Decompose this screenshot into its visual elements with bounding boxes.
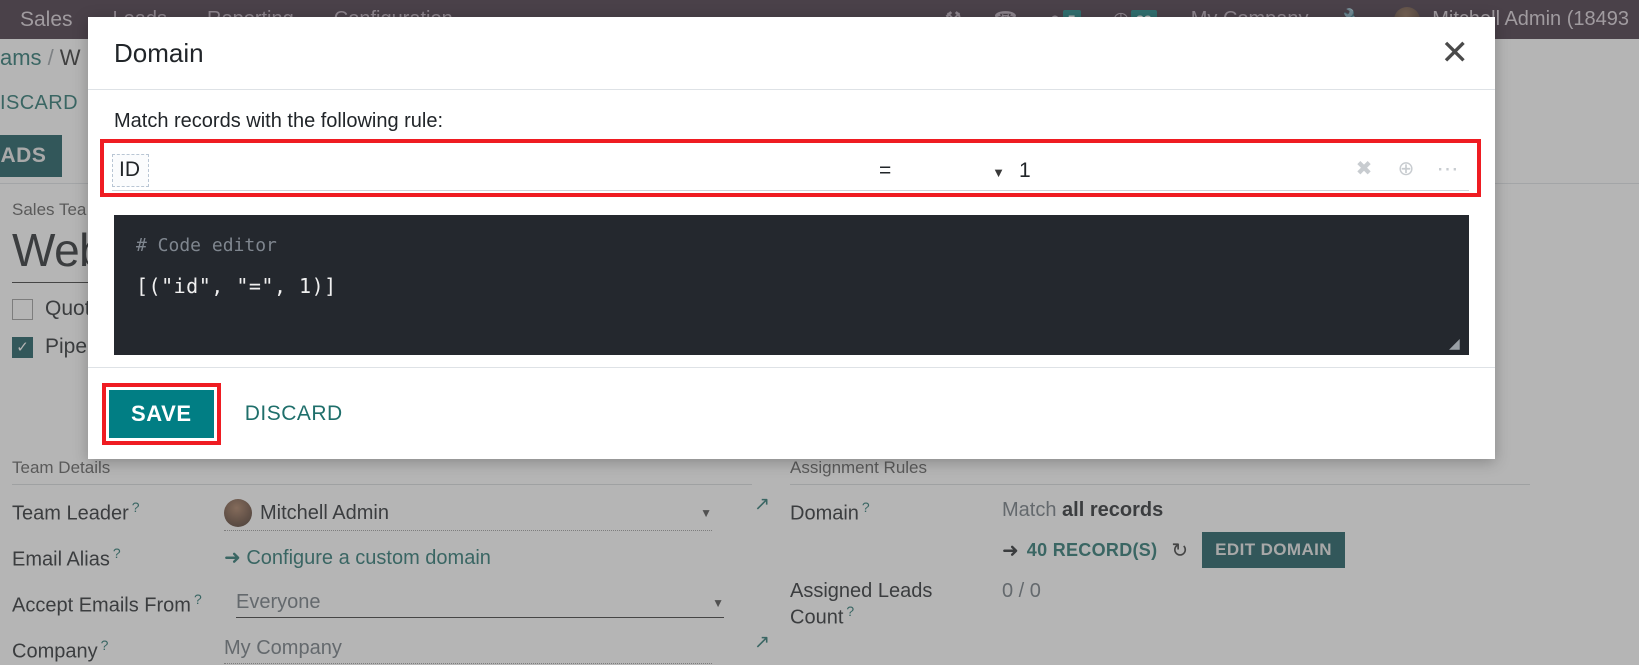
rule-row-highlight: ID = ▼ 1 ✖ ⊕ ⋯ (100, 139, 1481, 197)
rule-value-text: 1 (1019, 158, 1031, 182)
screen: Sales Leads Reporting Configuration ⚒ ☎ … (0, 0, 1639, 665)
rule-value-input[interactable]: 1 ✖ ⊕ ⋯ (1009, 151, 1469, 191)
domain-dialog: Domain ✕ Match records with the followin… (88, 17, 1495, 459)
discard-button[interactable]: DISCARD (239, 401, 349, 427)
close-icon[interactable]: ✕ (1441, 36, 1470, 70)
code-editor-content[interactable]: [("id", "=", 1)] (136, 274, 1447, 298)
chevron-down-icon[interactable]: ▼ (992, 165, 1005, 180)
rule-operator-select[interactable]: = ▼ (796, 151, 1009, 191)
code-editor[interactable]: # Code editor [("id", "=", 1)] ◢ (114, 215, 1469, 355)
rule-field-selector[interactable]: ID (112, 151, 796, 191)
dialog-footer: SAVE DISCARD (88, 367, 1495, 459)
rule-action-icons: ✖ ⊕ ⋯ (1343, 156, 1469, 186)
add-rule-icon[interactable]: ⊕ (1385, 156, 1427, 181)
dialog-title: Domain (114, 37, 204, 68)
dialog-header: Domain ✕ (88, 17, 1495, 90)
save-button-highlight: SAVE (102, 382, 221, 445)
code-editor-comment: # Code editor (136, 235, 277, 256)
dialog-body: Match records with the following rule: I… (88, 90, 1495, 367)
more-options-icon[interactable]: ⋯ (1427, 156, 1469, 182)
domain-rule-row: ID = ▼ 1 ✖ ⊕ ⋯ (106, 145, 1475, 191)
save-button[interactable]: SAVE (109, 389, 214, 438)
delete-rule-icon[interactable]: ✖ (1343, 156, 1385, 181)
rule-operator-value: = (879, 158, 892, 182)
resize-handle-icon[interactable]: ◢ (1449, 336, 1463, 350)
rule-field-value[interactable]: ID (112, 154, 149, 187)
match-records-label: Match records with the following rule: (114, 110, 444, 132)
